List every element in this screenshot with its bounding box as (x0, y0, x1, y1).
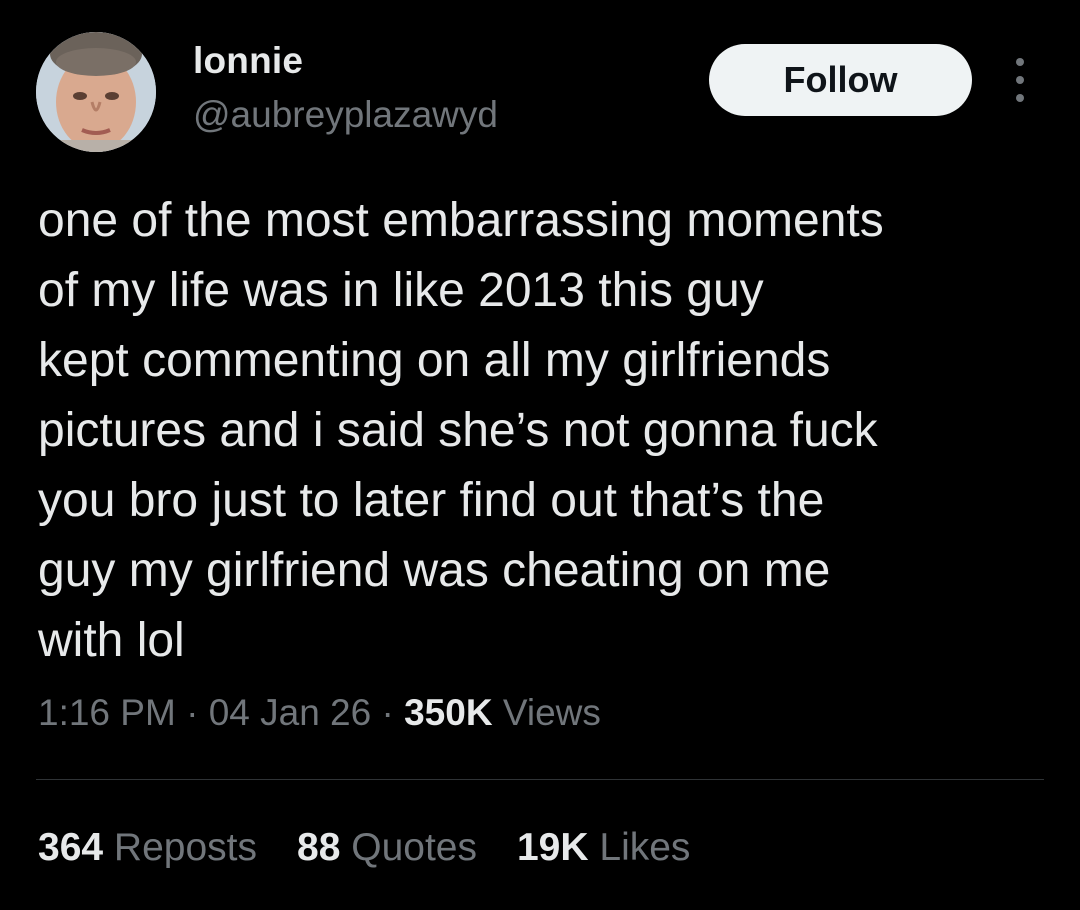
more-dot (1016, 58, 1024, 66)
quotes-label: Quotes (351, 826, 477, 869)
quotes-stat[interactable]: 88 Quotes (297, 826, 477, 870)
likes-count: 19K (516, 826, 589, 869)
views-count[interactable]: 350K (404, 692, 492, 733)
author-handle[interactable]: @aubreyplazawyd (193, 94, 498, 136)
divider (36, 779, 1044, 780)
engagement-stats: 364 Reposts 88 Quotes 19K Likes (38, 826, 690, 870)
tweet-time[interactable]: 1:16 PM (38, 692, 176, 733)
tweet-text: one of the most embarrassing moments of … (38, 194, 884, 667)
author-display-name[interactable]: lonnie (193, 40, 303, 82)
follow-button[interactable]: Follow (709, 44, 972, 116)
meta-separator: · (186, 692, 199, 733)
more-dot (1016, 94, 1024, 102)
likes-label: Likes (599, 826, 691, 869)
quotes-count: 88 (297, 826, 341, 869)
avatar[interactable] (36, 32, 156, 152)
tweet-date[interactable]: 04 Jan 26 (209, 692, 372, 733)
avatar-image (36, 32, 156, 152)
reposts-count: 364 (38, 826, 104, 869)
meta-separator: · (381, 692, 394, 733)
reposts-stat[interactable]: 364 Reposts (38, 826, 257, 870)
tweet-meta: 1:16 PM · 04 Jan 26 · 350K Views (38, 692, 601, 734)
views-label[interactable]: Views (503, 692, 601, 733)
tweet-card: lonnie @aubreyplazawyd Follow one of the… (0, 0, 1080, 910)
more-horizontal-icon[interactable] (1002, 58, 1038, 102)
more-dot (1016, 76, 1024, 84)
reposts-label: Reposts (113, 826, 257, 869)
likes-stat[interactable]: 19K Likes (517, 826, 690, 870)
